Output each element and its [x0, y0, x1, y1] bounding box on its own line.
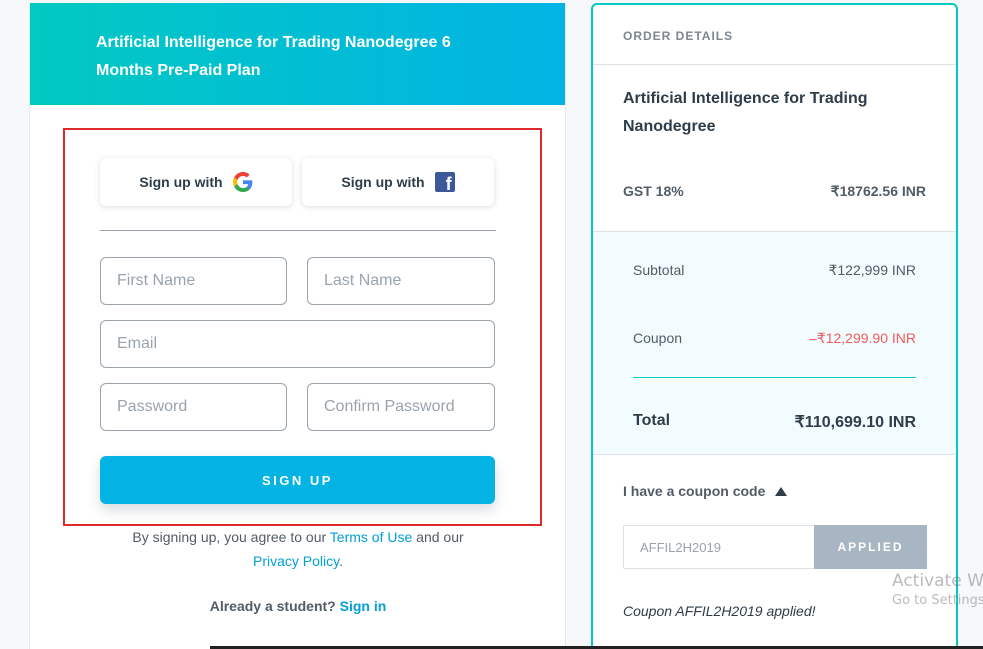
subtotal-row: Subtotal ₹122,999 INR — [633, 262, 916, 279]
coupon-applied-message: Coupon AFFIL2H2019 applied! — [623, 603, 816, 619]
watermark-line2: Go to Settings — [892, 593, 983, 608]
order-details-card: ORDER DETAILS Artificial Intelligence fo… — [591, 3, 958, 649]
already-text: Already a student? — [209, 598, 340, 614]
activate-windows-watermark: Activate W Go to Settings — [892, 571, 983, 608]
terms-link[interactable]: Terms of Use — [330, 529, 412, 545]
order-details-title: ORDER DETAILS — [593, 5, 956, 65]
facebook-signup-label: Sign up with — [341, 174, 425, 190]
agree-prefix: By signing up, you agree to our — [132, 529, 330, 545]
total-row: Total ₹110,699.10 INR — [633, 412, 916, 432]
terms-notice: By signing up, you agree to our Terms of… — [90, 525, 506, 573]
facebook-signup-button[interactable]: Sign up with — [302, 158, 494, 206]
password-placeholder: Password — [117, 398, 188, 415]
coupon-label: Coupon — [633, 330, 683, 346]
sign-in-link[interactable]: Sign in — [340, 598, 387, 614]
total-label: Total — [633, 412, 671, 429]
last-name-placeholder: Last Name — [324, 272, 402, 289]
google-signup-label: Sign up with — [139, 174, 223, 190]
summary-divider — [633, 377, 916, 378]
coupon-value: –₹12,299.90 INR — [809, 330, 916, 346]
agree-suffix: . — [339, 553, 343, 569]
gst-value: ₹18762.56 INR — [830, 183, 926, 199]
watermark-line1: Activate W — [892, 571, 983, 591]
coupon-toggle[interactable]: I have a coupon code — [623, 483, 788, 499]
signup-card: Artificial Intelligence for Trading Nano… — [29, 3, 566, 649]
applied-button[interactable]: APPLIED — [814, 525, 927, 569]
subtotal-label: Subtotal — [633, 262, 685, 278]
google-icon — [232, 172, 252, 192]
caret-up-icon — [775, 486, 788, 496]
privacy-link[interactable]: Privacy Policy — [253, 553, 339, 569]
sign-up-label: SIGN UP — [262, 472, 333, 488]
coupon-code-input[interactable]: AFFIL2H2019 — [623, 525, 815, 569]
coupon-code-value: AFFIL2H2019 — [640, 539, 721, 555]
program-header: Artificial Intelligence for Trading Nano… — [30, 3, 565, 105]
coupon-toggle-label: I have a coupon code — [623, 483, 766, 499]
first-name-field[interactable]: First Name — [100, 257, 287, 305]
divider — [100, 230, 496, 231]
last-name-field[interactable]: Last Name — [307, 257, 495, 305]
gst-label: GST 18% — [623, 183, 684, 199]
subtotal-value: ₹122,999 INR — [828, 262, 916, 278]
agree-mid: and our — [412, 529, 464, 545]
first-name-placeholder: First Name — [117, 272, 196, 289]
total-value: ₹110,699.10 INR — [794, 414, 916, 431]
confirm-password-placeholder: Confirm Password — [324, 398, 455, 415]
order-summary: Subtotal ₹122,999 INR Coupon –₹12,299.90… — [593, 231, 956, 455]
coupon-row: Coupon –₹12,299.90 INR — [633, 330, 916, 347]
password-field[interactable]: Password — [100, 383, 287, 431]
applied-label: APPLIED — [837, 540, 904, 554]
gst-row: GST 18% ₹18762.56 INR — [623, 183, 926, 200]
email-placeholder: Email — [117, 335, 158, 352]
order-product-name: Artificial Intelligence for Trading Nano… — [623, 90, 868, 135]
confirm-password-field[interactable]: Confirm Password — [307, 383, 495, 431]
program-title: Artificial Intelligence for Trading Nano… — [96, 34, 451, 79]
sign-up-button[interactable]: SIGN UP — [100, 456, 495, 504]
google-signup-button[interactable]: Sign up with — [100, 158, 292, 206]
facebook-icon — [434, 172, 455, 195]
email-field[interactable]: Email — [100, 320, 495, 368]
already-student: Already a student? Sign in — [90, 598, 506, 614]
